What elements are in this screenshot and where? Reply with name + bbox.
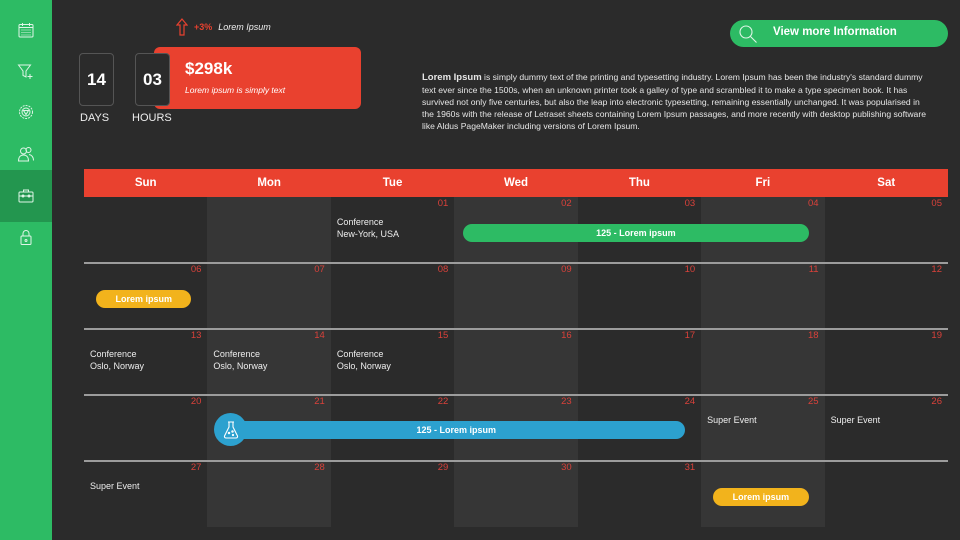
weekday-sun: Sun	[134, 177, 157, 189]
event-location: Oslo, Norway	[336, 361, 391, 371]
days-counter: 14	[79, 53, 114, 106]
flask-icon	[223, 420, 239, 439]
weekday-fri: Fri	[755, 177, 771, 189]
day-number: 24	[684, 396, 696, 407]
weekday-mon: Mon	[257, 177, 281, 189]
day-number: 15	[437, 330, 449, 341]
weekday-tue: Tue	[382, 177, 403, 189]
day-number: 05	[931, 198, 942, 209]
trend-percent: +3%	[194, 22, 213, 32]
filter-add-icon	[17, 64, 33, 79]
sidebar-item-security[interactable]	[0, 216, 52, 258]
day-number: 21	[314, 396, 325, 407]
trend-label: Lorem Ipsum	[218, 22, 271, 32]
day-number: 31	[684, 462, 696, 473]
description-paragraph: Lorem Ipsum is simply dummy text of the …	[422, 71, 927, 132]
event-title: Conference	[213, 349, 260, 359]
day-number: 09	[561, 264, 572, 275]
calendar-event-bar[interactable]: Lorem ipsum	[96, 290, 192, 308]
gear-icon	[19, 105, 33, 119]
weekday-thu: Thu	[628, 177, 650, 189]
sidebar-item-settings[interactable]	[0, 91, 52, 133]
day-number: 27	[190, 462, 202, 473]
calendar-icon	[18, 23, 34, 38]
day-number: 08	[437, 264, 449, 275]
calendar-event-text[interactable]: Conference New-York, USA	[337, 216, 399, 240]
day-number: 26	[931, 396, 942, 407]
calendar-day-cell[interactable]	[825, 461, 948, 527]
day-number: 01	[437, 198, 449, 209]
day-number: 17	[684, 330, 696, 341]
calendar-day-cell[interactable]	[84, 197, 207, 263]
day-number: 19	[931, 330, 942, 341]
sidebar-item-calendar[interactable]	[0, 9, 52, 51]
event-title: Conference	[90, 349, 137, 359]
event-title: Conference	[336, 349, 384, 359]
calendar-header: Sun Mon Tue Wed Thu Fri Sat	[84, 169, 948, 197]
day-number: 07	[314, 264, 325, 275]
event-title: Super Event	[90, 481, 140, 491]
calendar-event-bar[interactable]: Lorem ipsum	[713, 488, 809, 506]
calendar-event-bar[interactable]: 125 - Lorem ipsum	[463, 224, 809, 242]
day-number: 13	[190, 330, 202, 341]
day-number: 16	[561, 330, 572, 341]
event-location: New-York, USA	[336, 229, 400, 239]
day-number: 10	[684, 264, 696, 275]
briefcase-icon	[18, 189, 34, 203]
revenue-caption: Lorem ipsum is simply text	[185, 85, 286, 95]
sidebar	[0, 0, 52, 540]
calendar-event-bar[interactable]: 125 - Lorem ipsum	[227, 421, 686, 439]
description-lead: Lorem Ipsum	[422, 72, 482, 83]
event-location: Oslo, Norway	[90, 361, 145, 371]
day-number: 12	[931, 264, 942, 275]
day-number: 30	[561, 462, 572, 473]
calendar-day-cell[interactable]	[207, 197, 330, 263]
description-body: is simply dummy text of the printing and…	[422, 72, 926, 131]
revenue-amount: $298k	[185, 59, 233, 78]
day-number: 29	[437, 462, 449, 473]
day-number: 14	[314, 330, 325, 341]
sidebar-item-users[interactable]	[0, 133, 52, 175]
event-title: Super Event	[707, 415, 757, 425]
users-icon	[17, 147, 34, 162]
day-number: 11	[808, 264, 819, 275]
calendar: Sun Mon Tue Wed Thu Fri Sat 01 02 03 04 05 06…	[84, 169, 948, 527]
calendar-event-text[interactable]: Super Event	[707, 414, 757, 426]
calendar-event-text[interactable]: Conference Oslo, Norway	[90, 348, 144, 372]
calendar-event-text[interactable]: Conference Oslo, Norway	[213, 348, 267, 372]
day-number: 06	[190, 264, 202, 275]
calendar-grid: 01 02 03 04 05 06 07 08 09 10 11 12 13 14 15 16 17 18 19 20…	[84, 197, 948, 527]
calendar-event-text[interactable]: Super Event	[831, 414, 881, 426]
day-number: 28	[314, 462, 325, 473]
trend-indicator: +3% Lorem Ipsum	[176, 18, 271, 36]
weekday-sat: Sat	[877, 177, 896, 189]
sidebar-item-filter[interactable]	[0, 50, 52, 92]
event-title: Conference	[336, 217, 384, 227]
hours-label: HOURS	[132, 112, 172, 124]
revenue-card: $298k Lorem ipsum is simply text	[154, 47, 361, 109]
view-more-info-button[interactable]: View more Information	[730, 20, 948, 47]
days-label: DAYS	[80, 112, 110, 124]
view-more-info-label: View more Information	[773, 26, 897, 38]
day-number: 25	[807, 396, 819, 407]
sidebar-item-portfolio[interactable]	[0, 170, 52, 222]
day-number: 18	[807, 330, 819, 341]
event-location: Oslo, Norway	[213, 361, 268, 371]
day-number: 03	[684, 198, 696, 209]
lock-icon	[20, 230, 32, 245]
day-number: 04	[807, 198, 819, 209]
day-number: 23	[561, 396, 572, 407]
day-number: 22	[437, 396, 449, 407]
calendar-event-text[interactable]: Conference Oslo, Norway	[337, 348, 391, 372]
search-icon	[739, 25, 757, 43]
weekday-wed: Wed	[503, 177, 529, 189]
day-number: 20	[190, 396, 202, 407]
day-number: 02	[561, 198, 572, 209]
event-title: Super Event	[830, 415, 881, 425]
calendar-event-text[interactable]: Super Event	[90, 480, 140, 492]
hours-counter: 03	[135, 53, 170, 106]
arrow-up-icon	[176, 18, 188, 36]
